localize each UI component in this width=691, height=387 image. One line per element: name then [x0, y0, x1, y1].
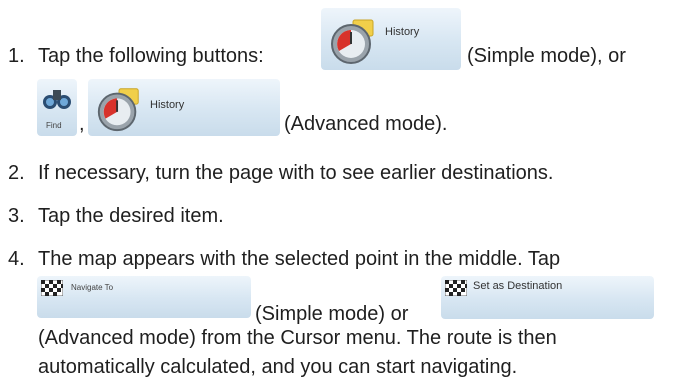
- history-button-simple[interactable]: History: [321, 8, 461, 70]
- step-3-text: Tap the desired item.: [38, 205, 224, 227]
- find-button[interactable]: Find: [37, 79, 77, 136]
- history-button-label: History: [150, 99, 185, 111]
- history-button-advanced[interactable]: History: [88, 79, 280, 136]
- history-button-label: History: [385, 26, 420, 38]
- clock-folder-icon: [97, 88, 139, 132]
- step-1-text: Tap the following buttons:: [38, 45, 264, 67]
- step-4-number: 4.: [8, 248, 25, 270]
- navigate-to-button[interactable]: Navigate To: [37, 276, 251, 318]
- navigate-to-label: Navigate To: [71, 283, 114, 292]
- step-4-text-line-4: automatically calculated, and you can st…: [38, 356, 518, 378]
- step-1-number: 1.: [8, 45, 25, 67]
- step-3-number: 3.: [8, 205, 25, 227]
- step-1-comma: ,: [79, 113, 85, 135]
- binoculars-icon: [43, 90, 71, 109]
- step-4-text-line-3: (Advanced mode) from the Cursor menu. Th…: [38, 327, 557, 349]
- clock-folder-icon: [331, 19, 374, 64]
- step-1-simple-mode: (Simple mode), or: [467, 45, 626, 67]
- step-2-text: If necessary, turn the page with to see …: [38, 162, 554, 184]
- find-button-label: Find: [46, 121, 62, 130]
- step-1-advanced-mode: (Advanced mode).: [284, 113, 448, 135]
- set-as-destination-label: Set as Destination: [473, 280, 563, 292]
- set-as-destination-button[interactable]: Set as Destination: [441, 276, 654, 319]
- step-4-text-line-1: The map appears with the selected point …: [38, 248, 561, 270]
- checkered-flag-icon: [445, 280, 467, 296]
- step-4-simple-mode: (Simple mode) or: [255, 303, 409, 325]
- checkered-flag-icon: [41, 280, 63, 296]
- step-2-number: 2.: [8, 162, 25, 184]
